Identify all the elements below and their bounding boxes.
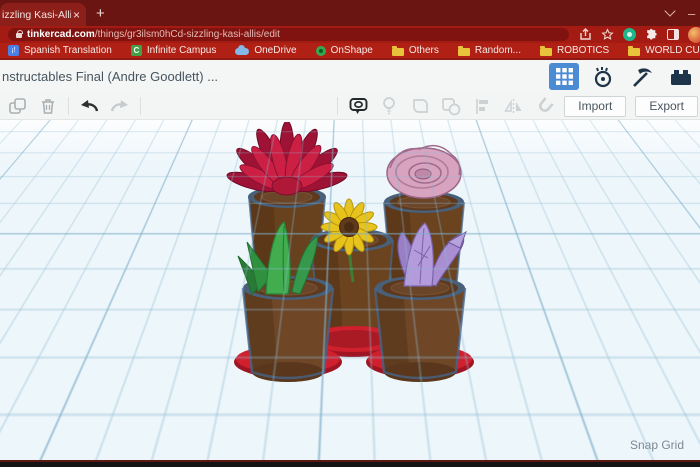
bookmark-folder-robotics[interactable]: ROBOTICS	[540, 45, 609, 56]
extension-green-icon[interactable]	[623, 28, 636, 41]
extensions-puzzle-icon[interactable]	[645, 28, 658, 41]
address-bar: tinkercad.com/things/gr3ilsm0hCd-sizzlin…	[0, 26, 700, 43]
notes-button[interactable]	[347, 95, 369, 117]
design-canvas[interactable]: Snap Grid	[0, 120, 700, 460]
lego-brick-icon	[669, 65, 693, 89]
flower-red-dahlia[interactable]	[225, 122, 348, 196]
minimize-button[interactable]: –	[688, 6, 698, 21]
flower-pink-rose[interactable]	[387, 146, 461, 198]
flower-pots-model[interactable]	[205, 122, 495, 392]
group-button[interactable]	[409, 95, 431, 117]
campus-icon	[131, 45, 142, 56]
delete-button[interactable]	[37, 95, 59, 117]
bookmark-folder-world-cup[interactable]: WORLD CUP	[628, 45, 700, 56]
undo-button[interactable]	[78, 95, 100, 117]
pickaxe-icon	[630, 65, 654, 89]
url-text: tinkercad.com/things/gr3ilsm0hCd-sizzlin…	[27, 29, 280, 40]
export-button[interactable]: Export	[635, 96, 698, 117]
browser-tab-strip: izzling Kasi-Allis | Tin × + –	[0, 0, 700, 26]
import-button[interactable]: Import	[564, 96, 626, 117]
profile-avatar[interactable]	[688, 27, 700, 43]
new-tab-button[interactable]: +	[96, 6, 105, 21]
mode-minecraft-button[interactable]	[627, 63, 657, 90]
screen: izzling Kasi-Allis | Tin × + – tinkercad…	[0, 0, 700, 467]
magnet-button[interactable]	[533, 95, 555, 117]
mode-bricks-button[interactable]	[666, 63, 696, 90]
lock-icon[interactable]	[16, 33, 22, 38]
mode-sim-lab-button[interactable]	[588, 63, 618, 90]
tab-search-chevron-icon[interactable]	[664, 5, 675, 16]
bookmark-infinite-campus[interactable]: Infinite Campus	[131, 45, 216, 56]
mode-3d-grid-button[interactable]	[549, 63, 579, 90]
folder-icon	[458, 48, 470, 56]
active-tab[interactable]: izzling Kasi-Allis | Tin ×	[0, 3, 86, 26]
taskbar-edge	[0, 462, 700, 467]
snap-grid-label[interactable]: Snap Grid	[630, 438, 684, 452]
toolbar-separator	[337, 97, 338, 115]
bookmark-spanish-translation[interactable]: Spanish Translation	[8, 45, 112, 56]
share-icon[interactable]	[579, 28, 592, 41]
redo-button[interactable]	[109, 95, 131, 117]
translate-icon	[8, 45, 19, 56]
tab-title: izzling Kasi-Allis | Tin	[2, 9, 71, 21]
bookmarks-bar: Spanish Translation Infinite Campus OneD…	[0, 43, 700, 58]
bookmark-folder-random[interactable]: Random...	[458, 45, 521, 56]
bookmark-onedrive[interactable]: OneDrive	[235, 45, 296, 56]
show-all-button[interactable]	[378, 95, 400, 117]
url-path: /things/gr3ilsm0hCd-sizzling-kasi-allis/…	[95, 29, 280, 40]
align-button[interactable]	[471, 95, 493, 117]
onshape-icon	[316, 46, 326, 56]
url-field[interactable]: tinkercad.com/things/gr3ilsm0hCd-sizzlin…	[8, 28, 569, 41]
sim-lab-icon	[591, 65, 615, 89]
grid-icon	[556, 68, 573, 85]
cloud-icon	[235, 48, 249, 55]
tab-close-icon[interactable]: ×	[71, 9, 82, 21]
design-title[interactable]: nstructables Final (Andre Goodlett) ...	[2, 69, 549, 84]
bookmark-star-icon[interactable]	[601, 28, 614, 41]
side-panel-icon[interactable]	[667, 29, 679, 40]
folder-icon	[540, 48, 552, 56]
pot-front-right[interactable]	[375, 276, 465, 382]
folder-icon	[628, 48, 640, 56]
url-domain: tinkercad.com	[27, 29, 95, 40]
bookmark-onshape[interactable]: OnShape	[316, 45, 373, 56]
bookmark-folder-others[interactable]: Others	[392, 45, 439, 56]
tinkercad-header: nstructables Final (Andre Goodlett) ...	[0, 58, 700, 93]
toolbar-separator	[68, 97, 69, 115]
toolbar-separator	[140, 97, 141, 115]
copy-button[interactable]	[6, 95, 28, 117]
editor-toolbar: Import Export	[0, 93, 700, 120]
ungroup-button[interactable]	[440, 95, 462, 117]
mirror-button[interactable]	[502, 95, 524, 117]
folder-icon	[392, 48, 404, 56]
